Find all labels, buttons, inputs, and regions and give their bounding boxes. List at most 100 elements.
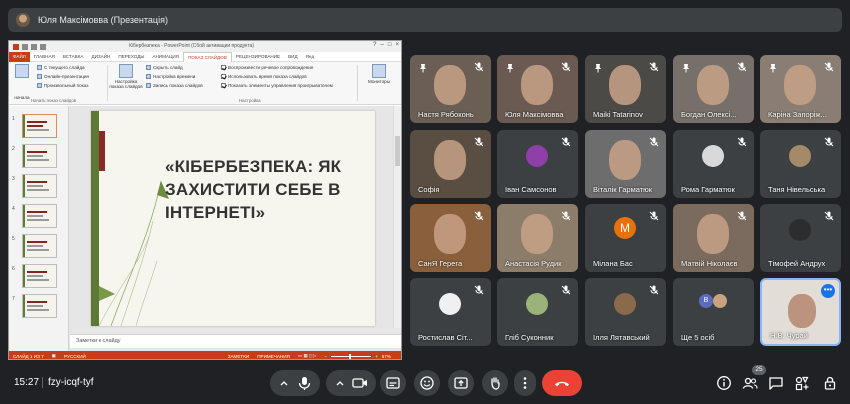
participant-tile[interactable]: Матвій Ніколаєв xyxy=(673,204,754,272)
slide-thumbnail-number: 5 xyxy=(12,236,15,242)
slide-thumbnail xyxy=(22,234,57,258)
mic-off-icon xyxy=(824,137,834,147)
close-icon: × xyxy=(395,42,399,48)
clock-icon xyxy=(146,74,151,79)
online-presentation: Онлайн-презентация xyxy=(37,74,89,79)
reactions-button[interactable] xyxy=(414,370,440,396)
rehearse-timings: Настройка времени xyxy=(146,74,195,79)
participant-name: Ще 5 осіб xyxy=(681,333,715,342)
raise-hand-button[interactable] xyxy=(482,370,508,396)
participant-tile[interactable]: Maiki Tatarinov xyxy=(585,55,666,123)
more-vert-icon xyxy=(523,377,527,389)
captions-icon xyxy=(386,377,400,389)
slide-thumbnail xyxy=(22,204,57,228)
ribbon: начала С текущего слайда Онлайн-презента… xyxy=(9,62,401,105)
participant-avatar xyxy=(702,145,724,167)
participant-tile[interactable]: Таня Нівельська xyxy=(760,130,841,198)
mic-off-icon xyxy=(649,285,659,295)
participant-video xyxy=(521,214,553,254)
mic-off-icon xyxy=(737,137,747,147)
camera-button[interactable] xyxy=(326,370,376,396)
ppt-window-title: Кібербезпека - PowerPoint (Сбой активаци… xyxy=(129,43,255,49)
info-icon[interactable] xyxy=(716,375,732,391)
participant-name: Ростислав Сіт... xyxy=(418,333,473,342)
slide-thumbnail-number: 6 xyxy=(12,266,15,272)
pin-icon xyxy=(420,64,426,73)
participant-name: Матвій Ніколаєв xyxy=(681,259,738,268)
mic-off-icon xyxy=(649,137,659,147)
participant-tile[interactable]: Ростислав Сіт... xyxy=(410,278,491,346)
hide-slide-icon xyxy=(146,65,151,70)
participant-name: Мілана Бас xyxy=(593,259,633,268)
participant-tile[interactable]: Віталік Гарматюк xyxy=(585,130,666,198)
participant-tile[interactable]: Іван Самсонов xyxy=(497,130,578,198)
participant-tile[interactable]: Рома Гарматюк xyxy=(673,130,754,198)
participant-name: Maiki Tatarinov xyxy=(593,110,643,119)
participant-tile[interactable]: Тімофей Андрух xyxy=(760,204,841,272)
participant-name: Каріна Запоріж... xyxy=(768,110,827,119)
participant-name: Богдан Олексі... xyxy=(681,110,737,119)
participant-video xyxy=(697,214,729,254)
presenter-bar[interactable]: Юля Максімовва (Презентація) xyxy=(8,8,842,32)
maximize-icon: □ xyxy=(387,42,392,48)
participant-name: Таня Нівельська xyxy=(768,185,826,194)
microphone-button[interactable] xyxy=(270,370,320,396)
presenter-title: Юля Максімовва (Презентація) xyxy=(38,15,168,25)
participant-tile[interactable]: Настя Рябоконь xyxy=(410,55,491,123)
more-options-button[interactable] xyxy=(514,370,536,396)
zoom-level: 67% xyxy=(381,353,391,359)
zoom-slider xyxy=(331,353,372,359)
participant-name: Іван Самсонов xyxy=(505,185,557,194)
participant-tile[interactable]: ••• Н.В. Чурай xyxy=(760,278,841,346)
participant-tile[interactable]: В Ще 5 осіб xyxy=(673,278,754,346)
participant-tile[interactable]: Гліб Суконник xyxy=(497,278,578,346)
participant-tile[interactable]: Ілля Лятавський xyxy=(585,278,666,346)
camera-icon xyxy=(336,378,367,388)
current-slide: «КІБЕРБЕЗПЕКА: ЯК ЗАХИСТИТИ СЕБЕ В ІНТЕР… xyxy=(91,111,375,326)
participant-tile[interactable]: СанЯ Герега xyxy=(410,204,491,272)
leave-call-button[interactable] xyxy=(542,370,582,396)
play-icon xyxy=(37,65,42,70)
activities-icon[interactable] xyxy=(794,375,810,391)
mic-off-icon xyxy=(737,211,747,221)
slide-thumbnail-number: 2 xyxy=(12,146,15,152)
participant-tile[interactable]: Богдан Олексі... xyxy=(673,55,754,123)
present-button[interactable] xyxy=(448,370,474,396)
participant-tile[interactable]: Анастасія Рудик xyxy=(497,204,578,272)
redo-icon xyxy=(40,43,46,50)
participant-name: Софія xyxy=(418,185,440,194)
slide-thumbnail-number: 7 xyxy=(12,296,15,302)
participant-name: СанЯ Герега xyxy=(418,259,463,268)
record-slideshow: Запись показа слайдов xyxy=(146,83,203,88)
ribbon-separator xyxy=(107,65,108,101)
chat-icon[interactable] xyxy=(768,375,784,391)
host-controls-icon[interactable] xyxy=(822,375,838,391)
slide-counter: СЛАЙД 1 ИЗ 7 xyxy=(13,353,44,359)
checkbox-icon xyxy=(221,74,226,79)
participant-initial-avatar: М xyxy=(614,217,636,239)
slide-thumbnail xyxy=(22,264,57,288)
captions-button[interactable] xyxy=(380,370,406,396)
participant-tile[interactable]: Юля Максімовва xyxy=(497,55,578,123)
ribbon-tab: ВИД xyxy=(288,53,298,59)
participant-tile[interactable]: Каріна Запоріж... xyxy=(760,55,841,123)
participant-tile[interactable]: Софія xyxy=(410,130,491,198)
more-avatar-1: В xyxy=(699,294,713,308)
present-icon xyxy=(454,377,468,389)
zoom-in-icon: + xyxy=(375,353,378,359)
mic-icon xyxy=(280,377,311,390)
ribbon-tab: ГЛАВНАЯ xyxy=(33,53,55,59)
slide-thumbnail xyxy=(22,144,57,168)
slide-thumbnail-number: 3 xyxy=(12,176,15,182)
participant-avatar xyxy=(526,293,548,315)
more-options-icon[interactable]: ••• xyxy=(821,284,835,298)
participant-tile[interactable]: М Мілана Бас xyxy=(585,204,666,272)
show-controls-checkbox: Показать элементы управления проигрывате… xyxy=(221,83,333,88)
save-icon xyxy=(22,43,28,50)
participant-name: Віталік Гарматюк xyxy=(593,185,653,194)
people-icon[interactable] xyxy=(742,375,758,391)
mic-off-icon xyxy=(561,211,571,221)
participant-video xyxy=(609,140,641,180)
slide-scrollbar xyxy=(393,106,401,328)
slide-thumbnails: 1 2 3 4 5 6 7 xyxy=(9,106,69,359)
